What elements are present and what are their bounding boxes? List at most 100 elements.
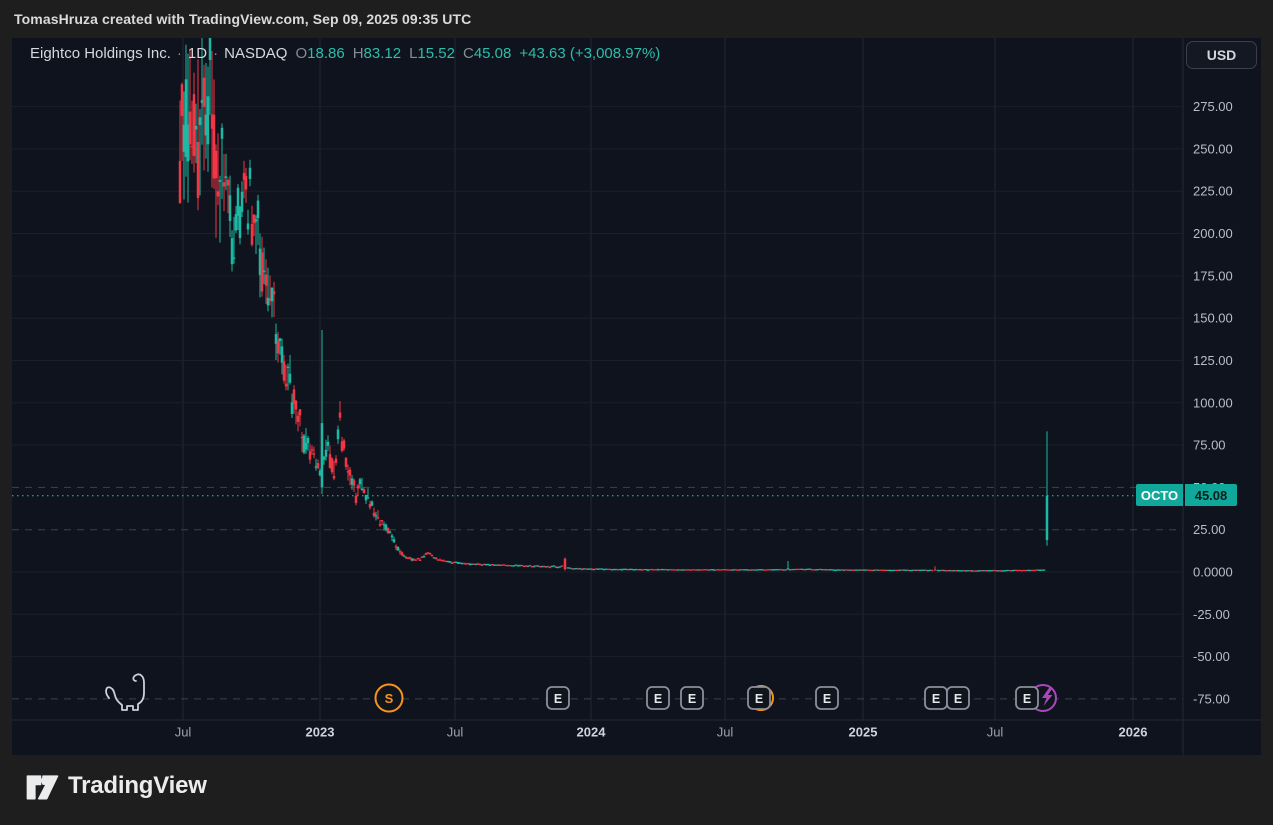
- candle-body: [353, 480, 356, 486]
- candle-body: [409, 557, 412, 558]
- legend-separator: ·: [177, 45, 182, 62]
- candle-body: [564, 559, 567, 569]
- earnings-marker-label: E: [1023, 692, 1031, 706]
- price-axis-label[interactable]: 175.00: [1193, 268, 1233, 283]
- candle-body: [389, 531, 392, 532]
- candle-body: [231, 238, 234, 264]
- earnings-marker-label: E: [554, 692, 562, 706]
- candle-body: [297, 416, 300, 422]
- candle-body: [355, 496, 358, 503]
- candle-body: [429, 553, 432, 555]
- candle-body: [381, 520, 384, 521]
- earnings-marker-label: E: [954, 692, 962, 706]
- tradingview-logo-mark: [25, 771, 59, 801]
- candle-body: [931, 570, 934, 571]
- time-axis-label[interactable]: 2026: [1119, 725, 1148, 740]
- candle-body: [273, 291, 276, 294]
- candle-body: [339, 412, 342, 417]
- price-axis-label[interactable]: 275.00: [1193, 99, 1233, 114]
- symbol-title: Eightco Holdings Inc.: [30, 45, 171, 62]
- time-axis-label[interactable]: 2025: [849, 725, 878, 740]
- price-axis-label[interactable]: 250.00: [1193, 141, 1233, 156]
- candle-body: [553, 565, 556, 566]
- candle-body: [195, 126, 198, 129]
- candle-wick: [348, 464, 349, 480]
- candle-body: [393, 539, 396, 542]
- candle-body: [229, 195, 232, 221]
- time-axis-label[interactable]: Jul: [987, 725, 1004, 740]
- price-chart-canvas[interactable]: 275.00 250.00 225.00 200.00 175.00 150.00 125.…: [12, 38, 1261, 755]
- candle-body: [403, 556, 406, 557]
- attribution-text: TomasHruza created with TradingView.com,…: [14, 11, 471, 27]
- price-axis-label[interactable]: -75.00: [1193, 691, 1230, 706]
- candle-body: [435, 557, 438, 559]
- price-label: OCTO 45.08: [1136, 484, 1237, 506]
- candle-body: [787, 568, 790, 569]
- candle-body: [265, 275, 268, 286]
- candle-body: [221, 128, 224, 139]
- candle-body: [431, 555, 434, 557]
- candle-body: [247, 223, 250, 229]
- candle-wick: [592, 568, 593, 569]
- time-axis-label[interactable]: Jul: [717, 725, 734, 740]
- price-axis-label[interactable]: 0.0000: [1193, 565, 1233, 580]
- time-axis-label[interactable]: 2023: [306, 725, 335, 740]
- tradingview-logo[interactable]: TradingView: [25, 771, 207, 801]
- candle-wick: [286, 365, 287, 391]
- candle-body: [325, 450, 328, 457]
- candle-wick: [384, 522, 385, 531]
- ohlc-values: O18.86H83.12L15.52C45.08: [287, 45, 511, 62]
- candle-body: [419, 560, 422, 561]
- candle-wick: [316, 459, 317, 471]
- candle-wick: [270, 275, 271, 305]
- candle-body: [199, 117, 202, 125]
- price-label-value: 45.08: [1185, 484, 1237, 506]
- attribution-bar: TomasHruza created with TradingView.com,…: [0, 0, 1273, 38]
- price-axis-label[interactable]: 100.00: [1193, 395, 1233, 410]
- ohlc-high-label: H: [353, 45, 364, 62]
- candle-body: [377, 517, 380, 518]
- candle-wick: [302, 432, 303, 452]
- price-axis-label[interactable]: 125.00: [1193, 353, 1233, 368]
- exchange-label: NASDAQ: [224, 45, 287, 62]
- candle-body: [263, 271, 266, 272]
- candle-body: [305, 443, 308, 450]
- split-marker-label: S: [385, 691, 394, 706]
- candle-body: [225, 176, 228, 178]
- legend-separator: ·: [213, 45, 218, 62]
- candle-wick: [392, 534, 393, 541]
- candle-wick: [248, 210, 249, 235]
- candle-body: [223, 182, 226, 186]
- ohlc-open-label: O: [295, 45, 307, 62]
- candle-body: [337, 429, 340, 439]
- time-axis-label[interactable]: 2024: [577, 725, 607, 740]
- price-axis-label[interactable]: 75.00: [1193, 438, 1226, 453]
- price-axis-label[interactable]: 25.00: [1193, 522, 1226, 537]
- candle-body: [235, 214, 238, 230]
- ohlc-open-value: 18.86: [307, 45, 345, 62]
- time-axis-label[interactable]: Jul: [447, 725, 464, 740]
- price-axis-label[interactable]: -50.00: [1193, 649, 1230, 664]
- candle-body: [331, 458, 334, 472]
- candle-wick: [196, 104, 197, 163]
- candle-body: [253, 215, 256, 224]
- currency-button[interactable]: USD: [1186, 41, 1257, 69]
- candle-body: [281, 346, 284, 362]
- candle-body: [343, 441, 346, 449]
- earnings-marker-label: E: [654, 692, 662, 706]
- candle-body: [417, 558, 420, 559]
- price-axis-label[interactable]: 150.00: [1193, 311, 1233, 326]
- price-axis-label[interactable]: -25.00: [1193, 607, 1230, 622]
- price-axis-label[interactable]: 225.00: [1193, 184, 1233, 199]
- candle-wick: [374, 508, 375, 518]
- dinosaur-icon: [106, 674, 144, 710]
- candle-body: [197, 142, 200, 198]
- candle-body: [391, 535, 394, 537]
- candle-body: [233, 258, 236, 259]
- candle-body: [397, 547, 400, 551]
- price-axis-label[interactable]: 200.00: [1193, 226, 1233, 241]
- candle-body: [215, 151, 218, 178]
- time-axis-label[interactable]: Jul: [175, 725, 192, 740]
- candle-body: [349, 470, 352, 476]
- candle-wick: [264, 248, 265, 284]
